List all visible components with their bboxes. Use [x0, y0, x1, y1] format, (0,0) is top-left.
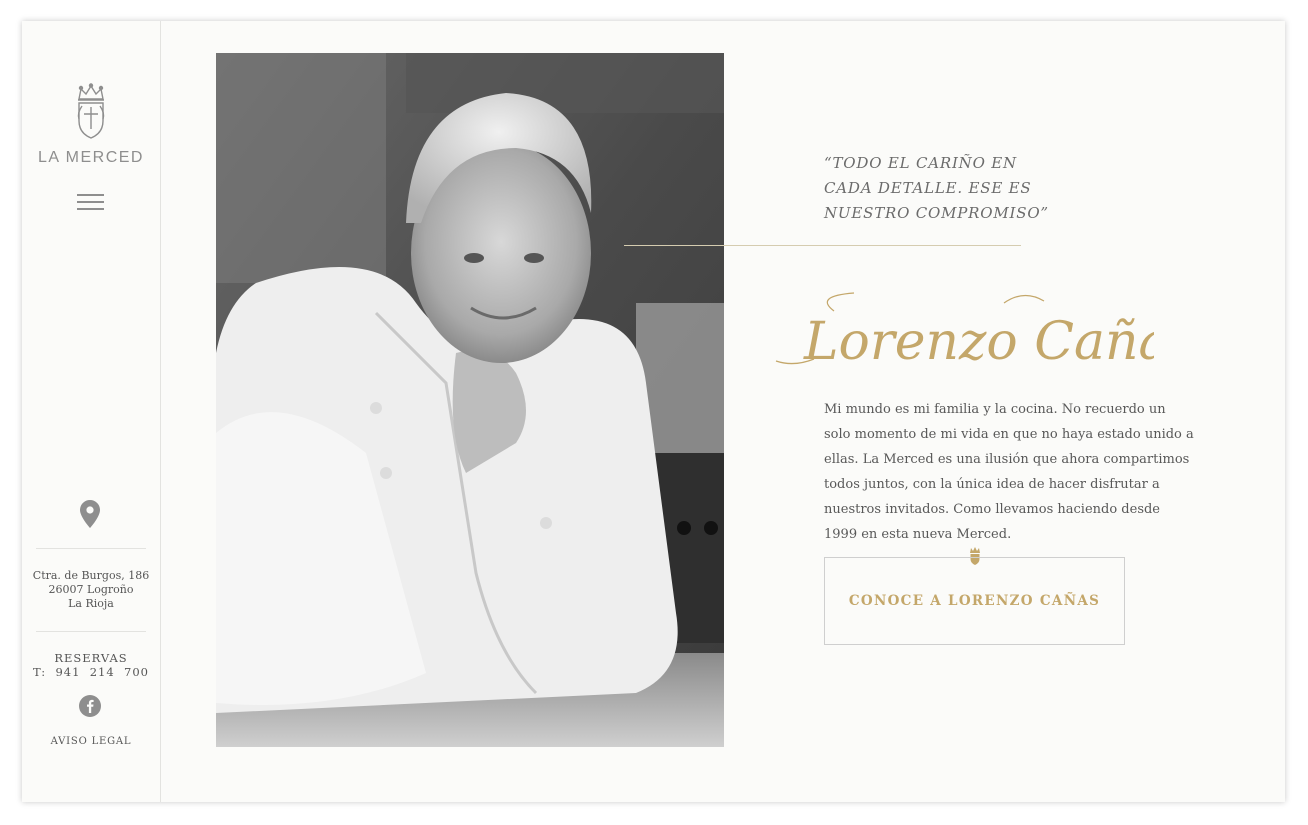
chef-bio: Mi mundo es mi familia y la cocina. No r…: [824, 402, 1194, 542]
hamburger-menu-icon[interactable]: [77, 194, 104, 213]
signature: Lorenzo Cañas: [775, 292, 1154, 372]
address-block: Ctra. de Burgos, 186 26007 Logroño La Ri…: [22, 569, 160, 611]
map-pin-icon: [80, 500, 100, 528]
sidebar-divider: [36, 548, 146, 549]
sidebar: LA MERCED Ctra. de Burgos, 186 26007 Log…: [22, 21, 161, 802]
meet-chef-button[interactable]: CONOCE A LORENZO CAÑAS: [824, 557, 1125, 645]
signature-text: Lorenzo Cañas: [803, 312, 1154, 372]
address-line: Ctra. de Burgos, 186: [32, 569, 150, 582]
reservations-phone[interactable]: T: 941 214 700: [22, 665, 160, 679]
legal-link[interactable]: AVISO LEGAL: [22, 736, 160, 747]
brand-name: LA MERCED: [38, 149, 144, 166]
reservations-block: RESERVAS T: 941 214 700: [22, 651, 160, 679]
chef-portrait-image: [216, 53, 724, 747]
address-line: 26007 Logroño: [48, 583, 134, 596]
crest-crown-shield-icon: [77, 83, 105, 139]
brand-logo[interactable]: LA MERCED: [22, 83, 160, 167]
quote-line: CADA DETALLE. ESE ES: [824, 179, 1032, 197]
chef-photo: [216, 53, 724, 747]
facebook-icon[interactable]: [79, 695, 101, 717]
sidebar-divider: [36, 631, 146, 632]
reservations-label: RESERVAS: [54, 651, 128, 665]
address-line: La Rioja: [68, 597, 114, 610]
page-frame: LA MERCED Ctra. de Burgos, 186 26007 Log…: [22, 21, 1285, 802]
chef-quote: “TODO EL CARIÑO EN CADA DETALLE. ESE ES …: [824, 151, 1064, 226]
quote-divider: [624, 245, 1021, 246]
quote-line: NUESTRO COMPROMISO”: [824, 204, 1049, 222]
quote-line: “TODO EL CARIÑO EN: [824, 154, 1017, 172]
